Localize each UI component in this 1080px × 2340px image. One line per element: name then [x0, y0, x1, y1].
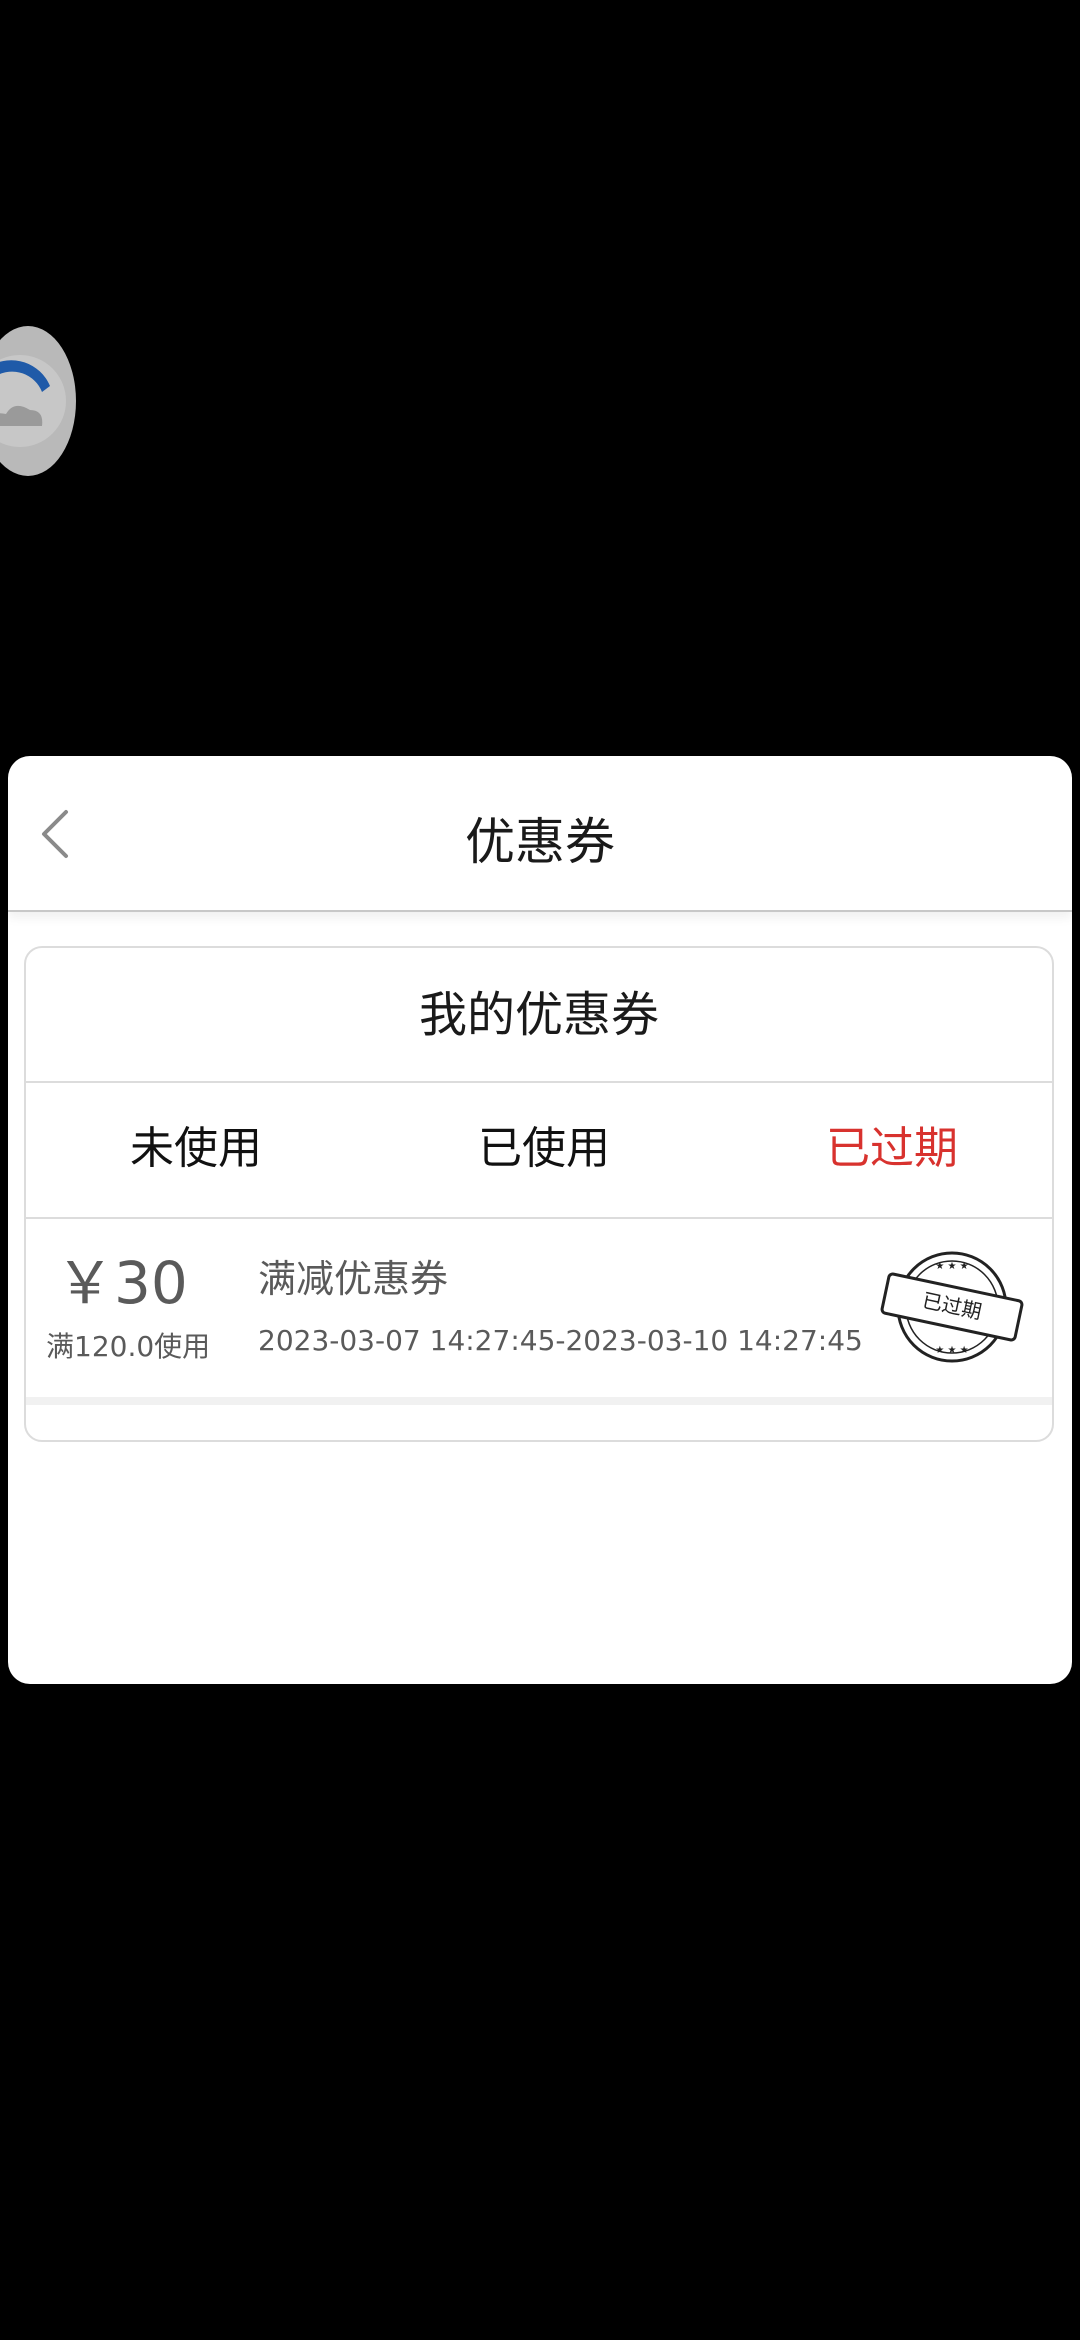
assistant-logo-icon: [0, 355, 66, 447]
svg-text:★ ★ ★: ★ ★ ★: [935, 1261, 968, 1272]
sheet-header: 优惠券: [8, 756, 1072, 912]
coupon-validity-period: 2023-03-07 14:27:45-2023-03-10 14:27:45: [258, 1324, 863, 1357]
tab-expired[interactable]: 已过期: [826, 1121, 958, 1177]
card-title-row: 我的优惠券: [26, 948, 1052, 1083]
card-title: 我的优惠券: [418, 987, 659, 1043]
svg-text:★ ★ ★: ★ ★ ★: [935, 1345, 968, 1356]
coupon-item[interactable]: ￥30 满120.0使用 满减优惠券 2023-03-07 14:27:45-2…: [26, 1219, 1052, 1405]
coupon-amount: ￥30: [56, 1249, 188, 1317]
page-title: 优惠券: [465, 813, 615, 871]
coupon-sheet: 优惠券 我的优惠券 未使用 已使用 已过期 ￥30 满120.0使用 满减优惠券…: [8, 756, 1072, 1684]
expired-stamp: ★ ★ ★ ★ ★ ★ 已过期: [874, 1247, 1030, 1367]
coupon-name: 满减优惠券: [258, 1257, 449, 1301]
floating-assistant-bubble[interactable]: [0, 326, 76, 476]
tab-unused[interactable]: 未使用: [130, 1121, 262, 1177]
my-coupons-card: 我的优惠券 未使用 已使用 已过期 ￥30 满120.0使用 满减优惠券 202…: [24, 946, 1054, 1442]
coupon-status-tabs: 未使用 已使用 已过期: [26, 1083, 1052, 1219]
coupon-condition: 满120.0使用: [46, 1330, 211, 1363]
tab-used[interactable]: 已使用: [478, 1121, 610, 1177]
